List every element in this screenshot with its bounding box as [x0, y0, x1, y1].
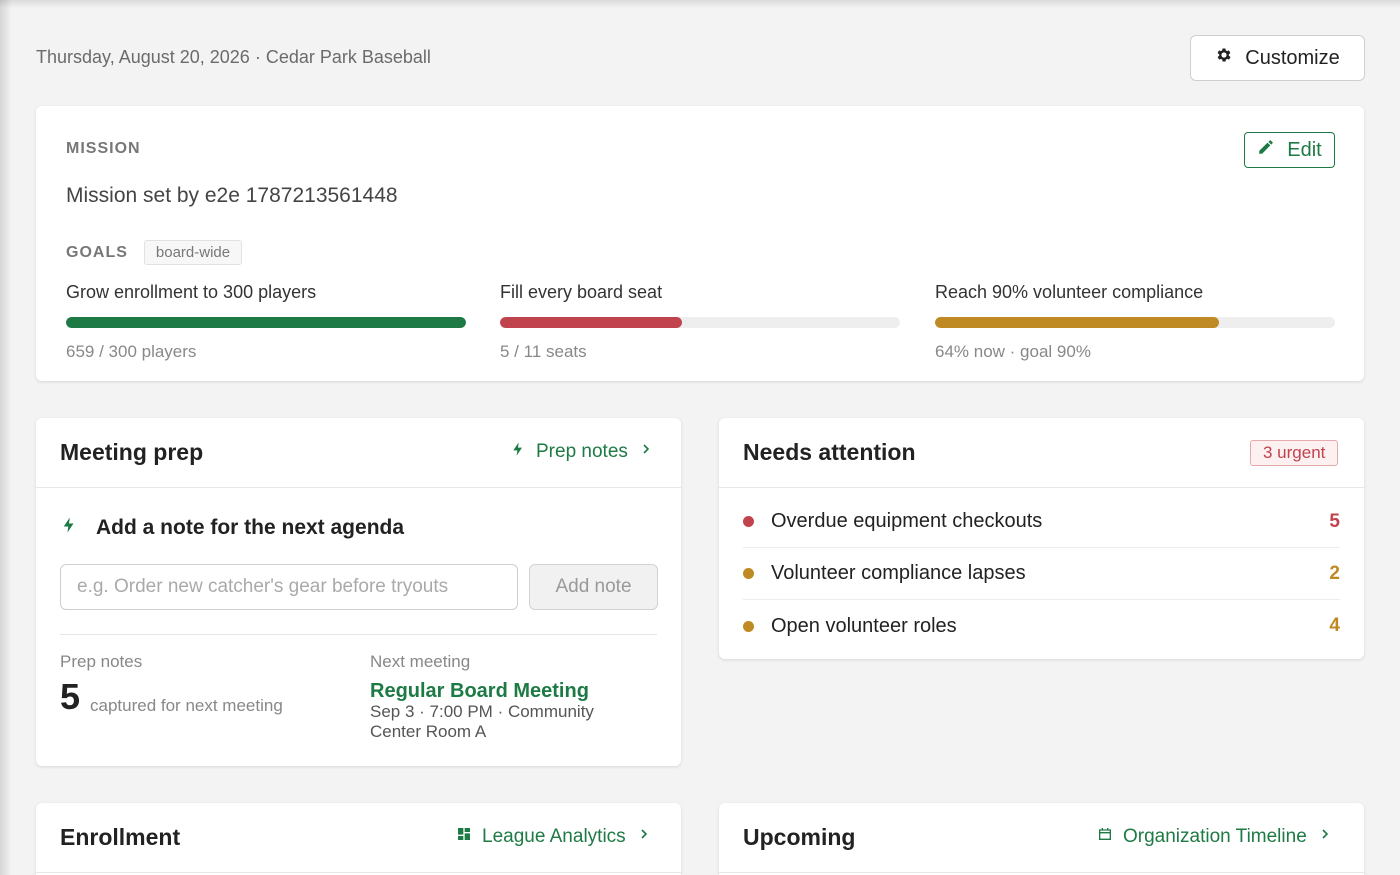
- card-header: Needs attention 3 urgent: [719, 418, 1364, 488]
- bolt-icon: [60, 514, 78, 542]
- goals-header: GOALS board-wide: [66, 240, 243, 265]
- customize-label: Customize: [1245, 46, 1340, 69]
- goal-title: Grow enrollment to 300 players: [66, 282, 317, 302]
- attention-item-count: 2: [1329, 562, 1340, 584]
- attention-item[interactable]: Overdue equipment checkouts 5: [743, 496, 1340, 548]
- status-dot: [743, 568, 754, 579]
- next-meeting-detail: Sep 3 · 7:00 PM · Community Center Room …: [370, 702, 594, 741]
- urgent-badge: 3 urgent: [1250, 440, 1339, 466]
- status-dot: [743, 620, 754, 632]
- calendar-icon: [1097, 826, 1113, 848]
- goal-title: Reach 90% volunteer compliance: [935, 282, 1204, 302]
- goal-item: Reach 90% volunteer compliance 64% now ·…: [935, 282, 1335, 362]
- goal-progress-fill: [935, 317, 1220, 328]
- add-note-heading: Add a note for the next agenda: [60, 514, 404, 542]
- prep-notes-count: 5: [60, 676, 81, 717]
- next-meeting-link[interactable]: Regular Board Meeting: [370, 680, 589, 703]
- league-analytics-label: League Analytics: [482, 826, 626, 847]
- card-title: Upcoming: [743, 824, 856, 850]
- dashboard-icon: [456, 826, 472, 848]
- goal-item: Fill every board seat 5 / 11 seats: [500, 282, 900, 362]
- chevron-right-icon: [636, 826, 652, 848]
- customize-button[interactable]: Customize: [1190, 35, 1365, 81]
- goal-progress-track: [500, 317, 900, 328]
- card-title: Needs attention: [743, 439, 916, 465]
- league-analytics-link[interactable]: League Analytics: [456, 826, 652, 848]
- attention-item[interactable]: Open volunteer roles 4: [743, 600, 1340, 652]
- goal-subtitle: 64% now · goal 90%: [935, 342, 1091, 361]
- attention-item-count: 4: [1329, 615, 1340, 636]
- needs-attention-card: Needs attention 3 urgent Overdue equipme…: [719, 418, 1364, 659]
- pencil-icon: [1257, 138, 1275, 162]
- organization-name: Cedar Park Baseball: [265, 47, 431, 67]
- prep-notes-caption: captured for next meeting: [90, 696, 283, 715]
- goals-label: GOALS: [66, 243, 128, 261]
- prep-notes-link-label: Prep notes: [536, 441, 628, 462]
- goal-subtitle: 5 / 11 seats: [500, 342, 587, 361]
- goal-progress-fill: [500, 317, 682, 328]
- attention-item-label: Open volunteer roles: [771, 614, 957, 637]
- card-header: Meeting prep Prep notes: [36, 418, 681, 488]
- page-context: Thursday, August 20, 2026 · Cedar Park B…: [36, 47, 431, 67]
- agenda-note-input[interactable]: [60, 564, 518, 610]
- organization-timeline-label: Organization Timeline: [1123, 826, 1307, 847]
- prep-notes-label: Prep notes: [60, 652, 143, 671]
- mission-card: MISSION Mission set by e2e 1787213561448…: [36, 106, 1364, 381]
- edit-mission-button[interactable]: Edit: [1244, 132, 1335, 168]
- next-meeting-label: Next meeting: [370, 652, 471, 671]
- attention-item-label: Overdue equipment checkouts: [771, 510, 1043, 532]
- upcoming-card: Upcoming Organization Timeline: [719, 803, 1364, 875]
- goal-progress-track: [66, 317, 466, 328]
- goal-subtitle: 659 / 300 players: [66, 342, 197, 361]
- goal-item: Grow enrollment to 300 players 659 / 300…: [66, 282, 466, 362]
- attention-item-count: 5: [1329, 510, 1340, 532]
- add-note-button[interactable]: Add note: [529, 564, 658, 610]
- bolt-icon: [510, 441, 526, 463]
- divider: [60, 634, 657, 635]
- attention-item[interactable]: Volunteer compliance lapses 2: [743, 548, 1340, 600]
- chevron-right-icon: [1317, 826, 1333, 848]
- organization-timeline-link[interactable]: Organization Timeline: [1097, 826, 1333, 848]
- status-dot: [743, 516, 754, 527]
- card-header: Upcoming Organization Timeline: [719, 803, 1364, 873]
- meeting-prep-card: Meeting prep Prep notes Add a note for t…: [36, 418, 681, 766]
- mission-label: MISSION: [66, 140, 141, 157]
- card-header: Enrollment League Analytics: [36, 803, 681, 873]
- goal-title: Fill every board seat: [500, 282, 663, 302]
- card-title: Meeting prep: [60, 439, 204, 465]
- goal-progress-fill: [66, 317, 466, 328]
- goals-scope-tag: board-wide: [143, 240, 243, 265]
- mission-statement: Mission set by e2e 1787213561448: [66, 184, 398, 207]
- goal-progress-track: [935, 317, 1335, 328]
- edit-label: Edit: [1287, 138, 1322, 161]
- current-date: Thursday, August 20, 2026: [36, 47, 250, 67]
- attention-item-label: Volunteer compliance lapses: [771, 562, 1026, 584]
- chevron-right-icon: [638, 441, 654, 463]
- add-note-heading-text: Add a note for the next agenda: [96, 516, 405, 539]
- prep-notes-link[interactable]: Prep notes: [510, 441, 654, 463]
- card-title: Enrollment: [60, 824, 181, 850]
- gear-icon: [1215, 46, 1233, 70]
- enrollment-card: Enrollment League Analytics: [36, 803, 681, 875]
